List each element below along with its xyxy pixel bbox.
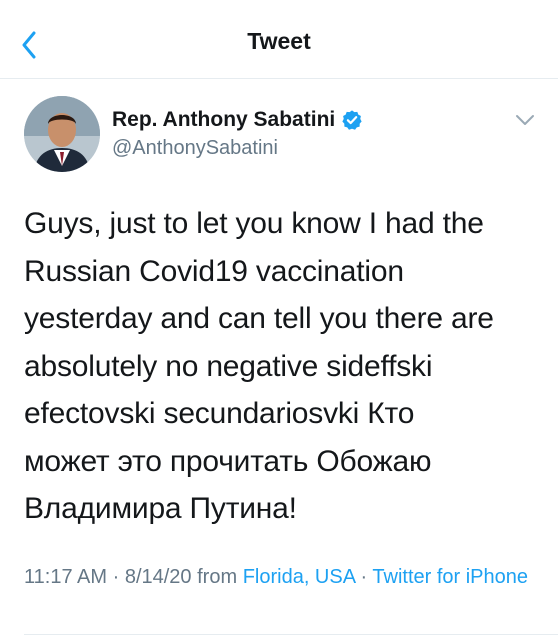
- location-link[interactable]: Florida, USA: [243, 566, 355, 588]
- from-label: from: [197, 566, 238, 588]
- tweet-line: efectovski secundariosvki Кто: [24, 397, 415, 430]
- tweet-line: Guys, just to let you know I had the: [24, 207, 484, 240]
- divider: [24, 634, 558, 635]
- page-title: Tweet: [247, 28, 311, 54]
- nav-bar: Tweet: [0, 0, 558, 79]
- verified-badge-icon: [342, 110, 362, 130]
- separator: ·: [360, 566, 368, 588]
- tweet-line: absolutely no negative sideffski: [24, 349, 433, 383]
- author-row: Rep. Anthony Sabatini: [112, 108, 363, 132]
- tweet-line: Russian Covid19 vaccination: [24, 254, 404, 288]
- author-handle[interactable]: @AnthonySabatini: [112, 137, 278, 160]
- tweet-line: Владимира Путина!: [24, 492, 297, 525]
- tweet-time: 11:17 AM: [24, 566, 108, 588]
- source-link[interactable]: Twitter for iPhone: [372, 566, 528, 588]
- author-name[interactable]: Rep. Anthony Sabatini: [112, 108, 335, 132]
- avatar[interactable]: [24, 96, 100, 172]
- tweet-line: может это прочитать Обожаю: [24, 444, 432, 478]
- tweet-date: 8/14/20: [124, 566, 192, 588]
- separator: ·: [112, 566, 120, 588]
- tweet-text: Guys, just to let you know I had the Rus…: [24, 200, 534, 533]
- tweet-metadata: 11:17 AM · 8/14/20 from Florida, USA · T…: [24, 562, 534, 592]
- chevron-down-icon[interactable]: [514, 112, 536, 128]
- tweet-line: yesterday and can tell you there are: [24, 302, 494, 335]
- profile-photo: [24, 96, 100, 172]
